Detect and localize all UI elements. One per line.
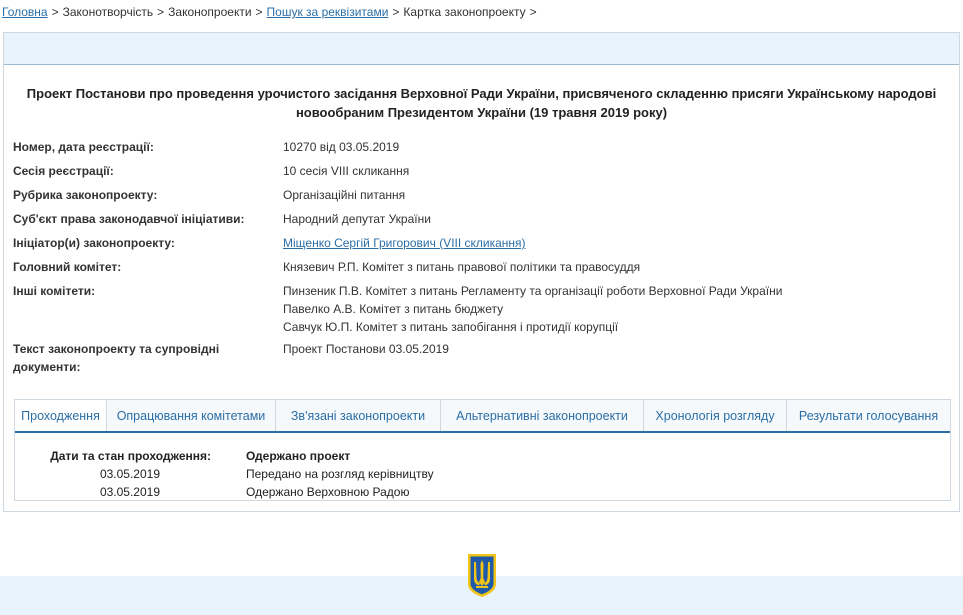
tab-committee-processing[interactable]: Опрацювання комітетами	[107, 400, 276, 431]
initiator-label: Ініціатор(и) законопроекту:	[13, 236, 175, 250]
breadcrumb-separator: >	[392, 5, 400, 19]
other-committees-row: Інші комітети: Пинзеник П.В. Комітет з п…	[13, 282, 943, 336]
tab-chronology[interactable]: Хронологія розгляду	[644, 400, 787, 431]
breadcrumb-search-link[interactable]: Пошук за реквізитами	[267, 5, 389, 19]
tab-passage[interactable]: Проходження	[15, 400, 107, 431]
tab-voting-results[interactable]: Результати голосування	[787, 400, 950, 431]
subject-value: Народний депутат України	[283, 212, 431, 226]
other-committee-item: Пинзеник П.В. Комітет з питань Регламент…	[283, 284, 783, 298]
passage-header-status: Одержано проект	[246, 449, 351, 463]
breadcrumb-separator: >	[157, 5, 165, 19]
session-label: Сесія реєстрації:	[13, 164, 114, 178]
bill-title: Проект Постанови про проведення урочисто…	[26, 86, 937, 120]
other-committees-list: Пинзеник П.В. Комітет з питань Регламент…	[283, 282, 943, 336]
passage-date: 03.05.2019	[99, 467, 160, 481]
reg-value: 10270 від 03.05.2019	[283, 140, 400, 154]
passage-content: Дати та стан проходження: Одержано проек…	[15, 433, 950, 501]
initiator-row: Ініціатор(и) законопроекту: Міщенко Серг…	[13, 234, 943, 252]
other-committee-item: Савчук Ю.П. Комітет з питань запобігання…	[283, 320, 619, 334]
passage-header-label: Дати та стан проходження:	[50, 449, 211, 463]
session-value: 10 сесія VIII скликання	[283, 164, 410, 178]
subject-row: Суб'єкт права законодавчої ініціативи: Н…	[13, 210, 943, 228]
passage-date: 03.05.2019	[99, 485, 160, 499]
breadcrumb-separator: >	[255, 5, 263, 19]
breadcrumb-separator: >	[529, 5, 537, 19]
other-committee-item: Павелко А.В. Комітет з питань бюджету	[283, 302, 504, 316]
main-committee-value: Князевич Р.П. Комітет з питань правової …	[283, 260, 641, 274]
passage-entry: 03.05.2019 Передано на розгляд керівницт…	[15, 465, 950, 483]
rubric-value: Організаційні питання	[283, 188, 406, 202]
passage-header-row: Дати та стан проходження: Одержано проек…	[15, 447, 950, 465]
card-header-band	[4, 33, 959, 65]
docs-label: Текст законопроекту та супровідні докуме…	[13, 340, 273, 376]
tab-bar: Проходження Опрацювання комітетами Зв'яз…	[15, 400, 950, 433]
docs-value: Проект Постанови 03.05.2019	[283, 342, 449, 356]
breadcrumb-bill-card: Картка законопроекту	[403, 5, 526, 19]
subject-label: Суб'єкт права законодавчої ініціативи:	[13, 212, 245, 226]
docs-label-line: Текст законопроекту та супровідні	[13, 342, 220, 356]
bill-properties: Номер, дата реєстрації: 10270 від 03.05.…	[13, 138, 943, 382]
tab-alternative-bills[interactable]: Альтернативні законопроекти	[441, 400, 644, 431]
docs-label-line: документи:	[13, 360, 81, 374]
passage-status: Одержано Верховною Радою	[246, 485, 410, 499]
ukraine-trident-emblem-icon[interactable]	[466, 552, 498, 598]
breadcrumb: Головна > Законотворчість > Законопроекти > По…	[2, 5, 541, 21]
session-row: Сесія реєстрації: 10 сесія VIII скликанн…	[13, 162, 943, 180]
tabs-panel: Проходження Опрацювання комітетами Зв'яз…	[14, 399, 951, 501]
breadcrumb-lawmaking: Законотворчість	[62, 5, 154, 19]
initiator-link[interactable]: Міщенко Сергій Григорович (VIII скликанн…	[283, 236, 526, 250]
reg-label: Номер, дата реєстрації:	[13, 140, 154, 154]
other-committees-label: Інші комітети:	[13, 284, 96, 298]
passage-entry: 03.05.2019 Одержано Верховною Радою	[15, 483, 950, 501]
docs-row: Текст законопроекту та супровідні докуме…	[13, 340, 943, 376]
breadcrumb-separator: >	[51, 5, 59, 19]
rubric-row: Рубрика законопроекту: Організаційні пит…	[13, 186, 943, 204]
tab-related-bills[interactable]: Зв'язані законопроекти	[276, 400, 441, 431]
rubric-label: Рубрика законопроекту:	[13, 188, 158, 202]
main-committee-row: Головний комітет: Князевич Р.П. Комітет …	[13, 258, 943, 276]
main-committee-label: Головний комітет:	[13, 260, 122, 274]
passage-status: Передано на розгляд керівництву	[246, 467, 434, 481]
breadcrumb-home-link[interactable]: Головна	[2, 5, 48, 19]
bill-card: Проект Постанови про проведення урочисто…	[3, 32, 960, 512]
breadcrumb-bills: Законопроекти	[168, 5, 252, 19]
reg-row: Номер, дата реєстрації: 10270 від 03.05.…	[13, 138, 943, 156]
